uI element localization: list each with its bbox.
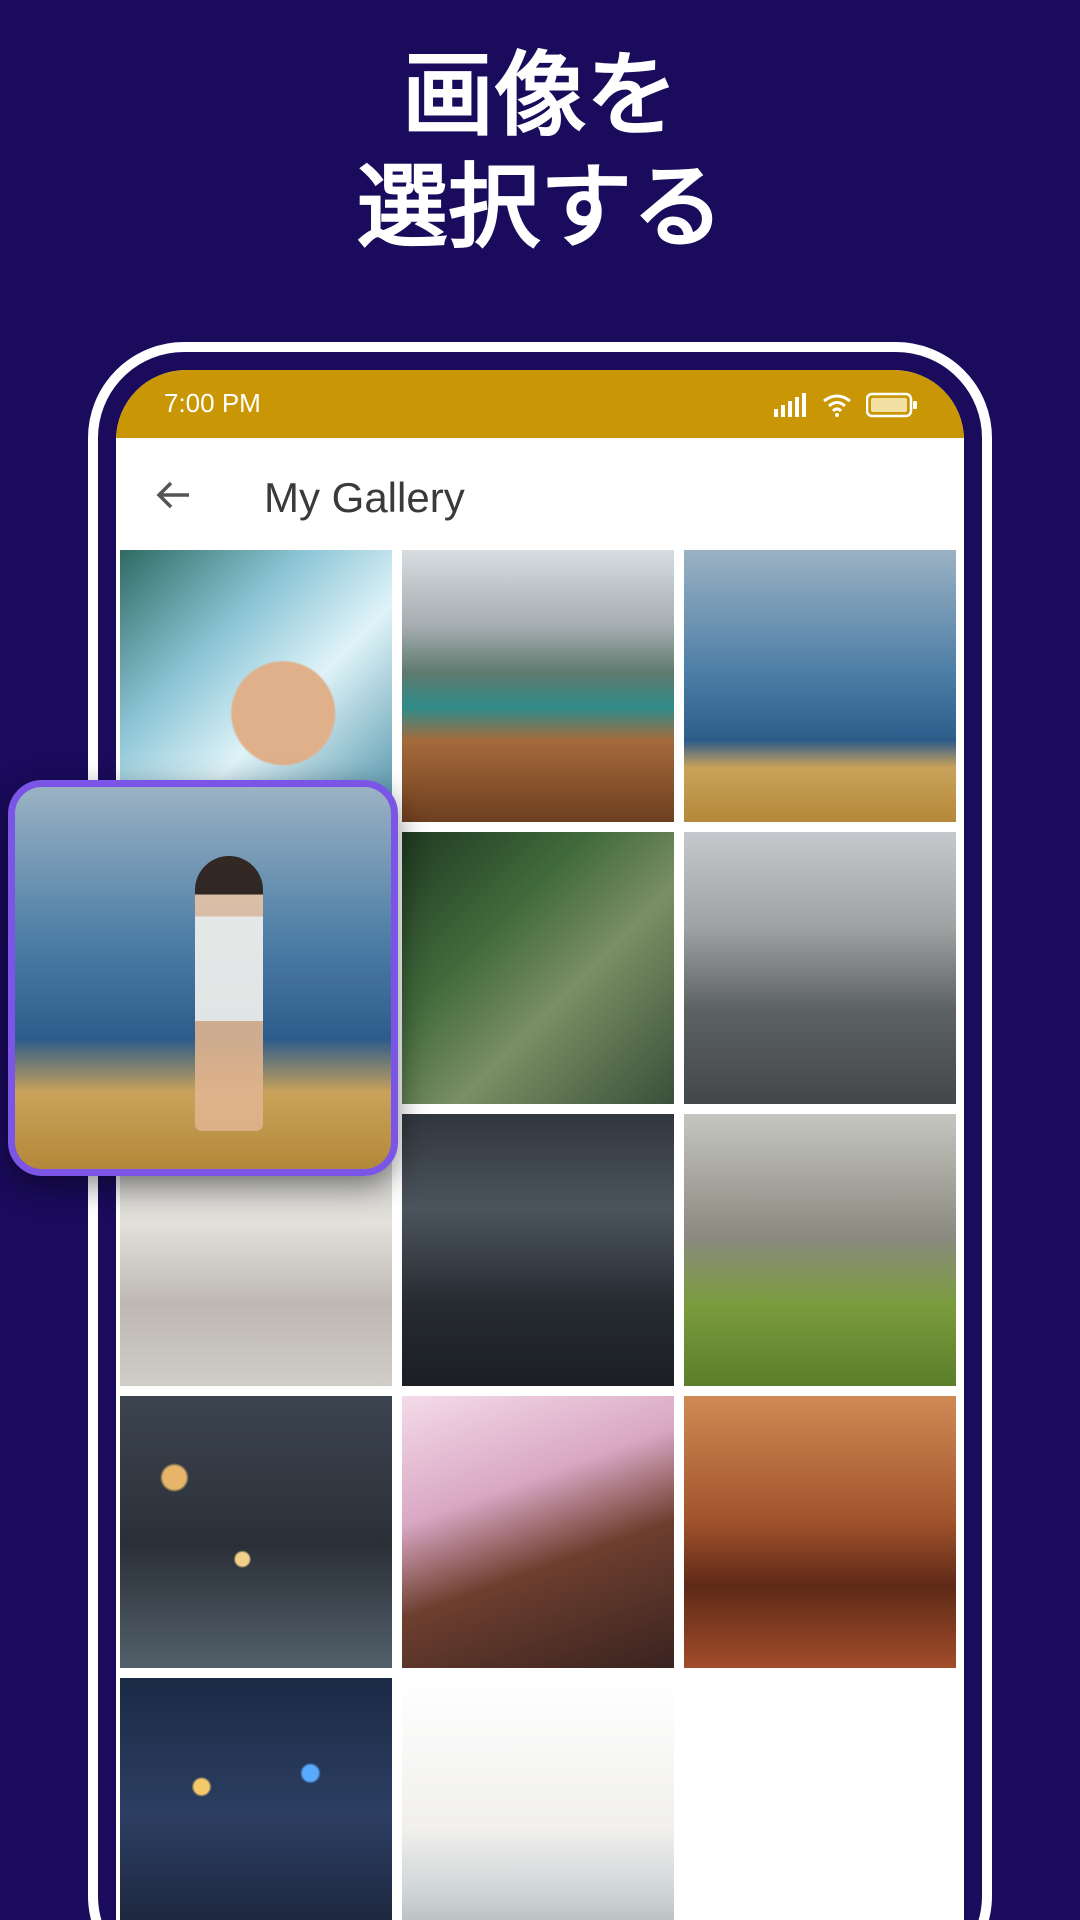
status-time: 7:00 PM — [164, 388, 261, 418]
status-bar: 7:00 PM — [116, 370, 964, 438]
signal-icon — [774, 393, 806, 417]
page-title: My Gallery — [264, 474, 465, 521]
photo-grid — [120, 550, 960, 1920]
photo-tile-13[interactable] — [120, 1678, 392, 1920]
headline: 画像を 選択する — [0, 40, 1080, 264]
photo-tile-9[interactable] — [684, 1114, 956, 1386]
photo-tile-3[interactable] — [684, 550, 956, 822]
photo-tile-5[interactable] — [402, 832, 674, 1104]
app-bar: My Gallery — [116, 438, 964, 550]
selected-photo-preview[interactable] — [8, 780, 398, 1176]
preview-figure — [195, 855, 264, 1131]
photo-tile-11[interactable] — [402, 1396, 674, 1668]
photo-tile-10[interactable] — [120, 1396, 392, 1668]
photo-tile-14[interactable] — [402, 1678, 674, 1920]
headline-line-1: 画像を — [401, 42, 678, 149]
photo-tile-8[interactable] — [402, 1114, 674, 1386]
back-button[interactable] — [146, 468, 200, 522]
battery-icon — [866, 392, 917, 418]
photo-tile-12[interactable] — [684, 1396, 956, 1668]
arrow-left-icon — [156, 481, 189, 509]
status-icons — [774, 390, 918, 420]
photo-tile-2[interactable] — [402, 550, 674, 822]
photo-tile-6[interactable] — [684, 832, 956, 1104]
headline-line-2: 選択する — [355, 154, 724, 261]
wifi-icon — [823, 394, 851, 417]
